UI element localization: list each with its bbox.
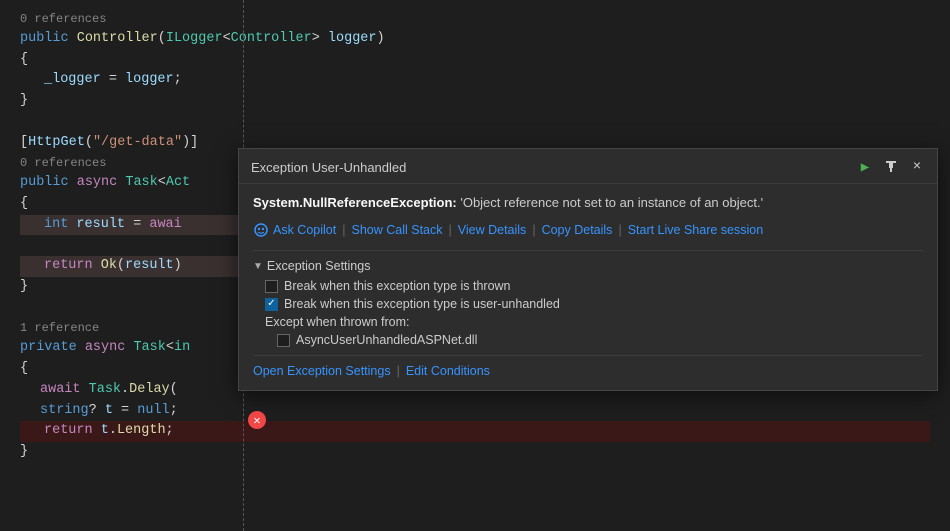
edit-conditions-link[interactable]: Edit Conditions bbox=[406, 364, 490, 378]
ref-count-2: 0 references bbox=[20, 154, 106, 173]
open-exception-settings-link[interactable]: Open Exception Settings bbox=[253, 364, 391, 378]
pin-button[interactable] bbox=[881, 157, 901, 177]
bottom-links: Open Exception Settings | Edit Condition… bbox=[253, 355, 923, 378]
dialog-titlebar: Exception User-Unhandled ▶ × bbox=[239, 149, 937, 184]
ref-count-1: 0 references bbox=[20, 10, 106, 29]
settings-header[interactable]: ▼ Exception Settings bbox=[253, 259, 923, 273]
checkbox-throw-label: Break when this exception type is thrown bbox=[284, 279, 511, 293]
start-live-share-link[interactable]: Start Live Share session bbox=[628, 223, 764, 237]
exception-settings-section: ▼ Exception Settings Break when this exc… bbox=[253, 250, 923, 378]
checkbox-throw[interactable] bbox=[265, 280, 278, 293]
exception-message: System.NullReferenceException: 'Object r… bbox=[253, 194, 923, 212]
ref-count-3: 1 reference bbox=[20, 319, 99, 338]
view-details-link[interactable]: View Details bbox=[458, 223, 527, 237]
continue-button[interactable]: ▶ bbox=[855, 157, 875, 177]
checkbox-unhandled[interactable] bbox=[265, 298, 278, 311]
checkbox-row-1: Break when this exception type is thrown bbox=[265, 279, 923, 293]
settings-header-label: Exception Settings bbox=[267, 259, 371, 273]
show-call-stack-link[interactable]: Show Call Stack bbox=[351, 223, 442, 237]
copilot-icon bbox=[253, 222, 269, 238]
dialog-body: System.NullReferenceException: 'Object r… bbox=[239, 184, 937, 390]
copy-details-link[interactable]: Copy Details bbox=[542, 223, 613, 237]
dialog-title: Exception User-Unhandled bbox=[251, 160, 406, 175]
except-when-label: Except when thrown from: bbox=[265, 315, 923, 329]
dialog-icons: ▶ × bbox=[855, 157, 927, 177]
checkbox-unhandled-label: Break when this exception type is user-u… bbox=[284, 297, 560, 311]
exception-dialog: Exception User-Unhandled ▶ × System.Null… bbox=[238, 148, 938, 391]
checkbox-dll[interactable] bbox=[277, 334, 290, 347]
close-button[interactable]: × bbox=[907, 157, 927, 177]
action-links: Ask Copilot | Show Call Stack | View Det… bbox=[253, 222, 923, 238]
checkbox-row-2: Break when this exception type is user-u… bbox=[265, 297, 923, 311]
ask-copilot-link[interactable]: Ask Copilot bbox=[273, 223, 336, 237]
collapse-triangle: ▼ bbox=[253, 261, 263, 272]
dll-row: AsyncUserUnhandledASPNet.dll bbox=[277, 333, 923, 347]
dll-label: AsyncUserUnhandledASPNet.dll bbox=[296, 333, 477, 347]
error-badge: ✕ bbox=[248, 411, 266, 429]
